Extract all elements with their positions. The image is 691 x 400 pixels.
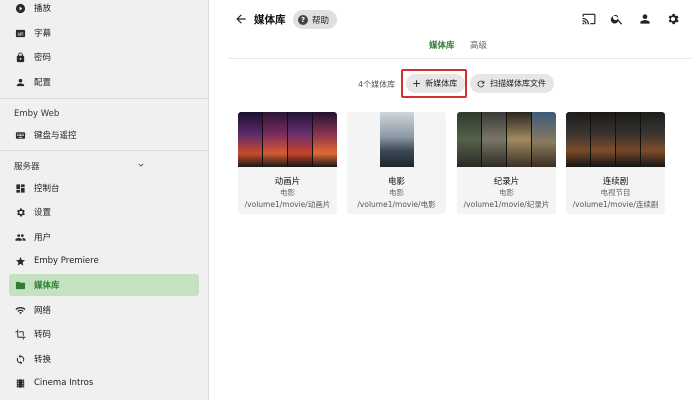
- sidebar-item-label: Cinema Intros: [34, 378, 94, 388]
- sidebar-section-emby-web: Emby Web: [14, 107, 146, 121]
- person-icon: [15, 77, 26, 88]
- library-path: /volume1/movie/纪录片: [463, 200, 550, 209]
- subtitles-icon: [15, 28, 26, 39]
- sidebar-item-password[interactable]: 密码: [9, 46, 199, 68]
- library-name: 纪录片: [493, 177, 520, 187]
- library-type: 电影: [389, 188, 404, 197]
- sidebar-item-label: Emby Premiere: [34, 256, 99, 266]
- wifi-icon: [15, 305, 26, 316]
- sidebar-item-transcoding[interactable]: 转码: [9, 323, 199, 345]
- sidebar-item-label: 用户: [34, 233, 52, 243]
- sidebar-item-libraries[interactable]: 媒体库: [9, 274, 199, 296]
- film-icon: [15, 378, 26, 389]
- sidebar-item-label: 媒体库: [34, 281, 60, 291]
- scan-library-button[interactable]: 扫描媒体库文件: [470, 74, 554, 93]
- cast-icon[interactable]: [582, 12, 596, 26]
- sidebar-item-users[interactable]: 用户: [9, 226, 199, 248]
- help-icon: ?: [298, 14, 308, 25]
- library-count: 4个媒体库: [358, 80, 396, 89]
- account-icon[interactable]: [638, 12, 652, 26]
- sidebar-item-label: 转码: [34, 330, 52, 340]
- library-thumbnail: [347, 112, 446, 167]
- folder-icon: [15, 280, 26, 291]
- sidebar-item-keyboard[interactable]: 键盘与遥控: [9, 124, 199, 146]
- tab-advanced[interactable]: 高级: [470, 39, 487, 51]
- sidebar-item-label: 控制台: [34, 184, 60, 194]
- new-library-label: 新媒体库: [425, 79, 458, 88]
- lock-icon: [15, 51, 26, 63]
- sidebar-item-playback[interactable]: 播放: [9, 0, 199, 19]
- library-thumbnail: [566, 112, 665, 167]
- library-thumbnail: [238, 112, 337, 167]
- sidebar-item-emby-premiere[interactable]: Emby Premiere: [9, 250, 199, 272]
- sidebar-section-server[interactable]: 服务器: [14, 159, 146, 173]
- sidebar-item-label: 密码: [34, 53, 52, 63]
- sidebar-item-label: 配置: [34, 78, 52, 88]
- scan-library-label: 扫描媒体库文件: [490, 79, 546, 88]
- sidebar-item-dashboard[interactable]: 控制台: [9, 177, 199, 199]
- tabs-divider: [228, 58, 691, 59]
- library-type: 电影: [499, 188, 514, 197]
- keyboard-icon: [15, 130, 26, 141]
- play-circle-icon: [15, 3, 26, 14]
- back-arrow-icon[interactable]: [234, 12, 248, 26]
- library-path: /volume1/movie/电影: [357, 200, 436, 209]
- sidebar-divider: [0, 98, 208, 99]
- sidebar-item-cinema-intros[interactable]: Cinema Intros: [9, 372, 199, 394]
- library-card-tv-series[interactable]: 连续剧 电视节目 /volume1/movie/连续剧: [566, 112, 665, 214]
- sidebar-item-network[interactable]: 网络: [9, 299, 199, 321]
- sidebar-item-settings[interactable]: 设置: [9, 201, 199, 223]
- help-button[interactable]: ? 帮助: [293, 10, 338, 29]
- dashboard-icon: [15, 183, 26, 194]
- sidebar-item-subtitles[interactable]: 字幕: [9, 22, 199, 44]
- library-path: /volume1/movie/动画片: [244, 200, 331, 209]
- library-name: 连续剧: [602, 177, 629, 187]
- library-card-movies[interactable]: 电影 电影 /volume1/movie/电影: [347, 112, 446, 214]
- sidebar-item-profile[interactable]: 配置: [9, 71, 199, 93]
- library-type: 电视节目: [600, 188, 631, 197]
- sidebar-item-conversion[interactable]: 转换: [9, 348, 199, 370]
- sync-icon: [15, 353, 26, 365]
- tab-libraries[interactable]: 媒体库: [429, 39, 455, 51]
- gear-icon: [15, 207, 26, 218]
- library-card-documentary[interactable]: 纪录片 电影 /volume1/movie/纪录片: [457, 112, 556, 214]
- search-icon[interactable]: [610, 12, 624, 26]
- library-name: 电影: [387, 177, 405, 187]
- sidebar-item-label: 转换: [34, 355, 52, 365]
- refresh-icon: [477, 80, 485, 87]
- sidebar-item-label: 字幕: [34, 29, 52, 39]
- page-title: 媒体库: [254, 14, 286, 26]
- sidebar-item-label: 播放: [34, 4, 52, 14]
- plus-icon: +: [412, 77, 422, 90]
- library-path: /volume1/movie/连续剧: [572, 200, 659, 209]
- library-thumbnail: [457, 112, 556, 167]
- sidebar-item-label: 设置: [34, 208, 52, 218]
- sidebar: 播放 字幕 密码 配置 Emby Web 键盘与遥控 服务器 控制台 设置 用户…: [0, 0, 209, 400]
- sidebar-item-label: 网络: [34, 306, 52, 316]
- sidebar-item-label: 键盘与遥控: [34, 131, 77, 141]
- sidebar-divider: [0, 150, 208, 151]
- section-title: Emby Web: [14, 109, 60, 119]
- star-icon: [15, 256, 26, 267]
- gear-icon[interactable]: [666, 12, 680, 26]
- library-name: 动画片: [274, 177, 301, 187]
- people-icon: [15, 232, 26, 243]
- chevron-down-icon[interactable]: [136, 160, 146, 173]
- header: 媒体库 ? 帮助: [210, 0, 691, 38]
- section-title: 服务器: [14, 162, 40, 172]
- crop-icon: [15, 328, 26, 340]
- library-type: 电影: [280, 188, 295, 197]
- help-label: 帮助: [312, 15, 330, 26]
- library-card-animation[interactable]: 动画片 电影 /volume1/movie/动画片: [238, 112, 337, 214]
- new-library-button[interactable]: + 新媒体库: [406, 74, 466, 93]
